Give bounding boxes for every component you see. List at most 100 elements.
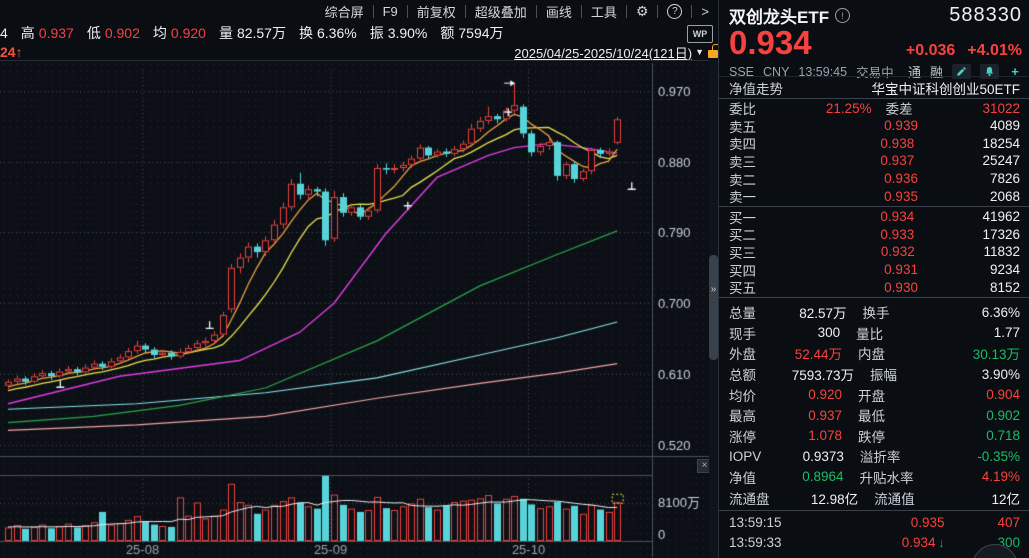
- panel-splitter: »: [709, 60, 718, 558]
- stat-value: 6.36%: [982, 305, 1020, 320]
- fund-full-name: 华宝中证科创创业50ETF: [871, 78, 1020, 98]
- menu-item-4[interactable]: 超级叠加: [466, 2, 536, 21]
- weicha-value: 31022: [982, 101, 1020, 116]
- book-volume: 25247: [982, 153, 1020, 168]
- info-field-5: 换6.36%: [299, 23, 357, 43]
- bid-row-3[interactable]: 买三0.93211832: [729, 243, 1020, 261]
- stat-value: 300: [818, 325, 841, 340]
- help-icon[interactable]: ?: [667, 4, 682, 19]
- bid-row-4[interactable]: 买四0.9319234: [729, 261, 1020, 279]
- info-field-label: 换: [299, 23, 313, 43]
- bid-row-1[interactable]: 买一0.93441962: [729, 208, 1020, 226]
- info-field-value: 6.36%: [317, 25, 357, 41]
- stat-label: 最低: [858, 405, 934, 425]
- price-change-pct: +4.01%: [967, 42, 1022, 60]
- book-volume: 17326: [982, 227, 1020, 242]
- book-volume: 11832: [983, 244, 1020, 259]
- splitter-thumb[interactable]: [709, 255, 718, 360]
- ask-row-4[interactable]: 卖四0.93818254: [729, 135, 1020, 153]
- stats-grid: 总量82.57万换手6.36%现手300量比1.77外盘52.44万内盘30.1…: [719, 299, 1029, 508]
- partial-price-text: 24↑: [0, 44, 23, 60]
- info-field-label: 振: [370, 23, 384, 43]
- stat-label: 最高: [729, 405, 756, 425]
- book-volume: 4089: [990, 118, 1020, 133]
- tick-time: 13:59:15: [729, 515, 782, 530]
- menu-item-3[interactable]: 前复权: [408, 2, 465, 21]
- info-field-value: 0.920: [171, 25, 206, 41]
- trade-tick-row: 13:59:330.934↓300: [729, 533, 1020, 553]
- stat-label: 净值: [729, 467, 756, 487]
- info-field-label: 低: [87, 23, 101, 43]
- stat-value: 0.920: [808, 387, 842, 402]
- menu-item-2[interactable]: F9: [374, 4, 407, 19]
- book-volume: 41962: [982, 209, 1020, 224]
- info-field-value: 0.902: [105, 25, 140, 41]
- stat-value: 0.718: [986, 428, 1020, 443]
- unlock-icon[interactable]: [708, 50, 718, 58]
- toolbar: 综合屏F9前复权超级叠加画线工具⚙? >: [0, 0, 718, 22]
- info-field-label: 额: [440, 23, 454, 43]
- stat-value: 1.77: [994, 325, 1020, 340]
- chevron-down-icon[interactable]: ▼: [695, 47, 704, 57]
- ask-row-1[interactable]: 卖一0.9352068: [729, 187, 1020, 205]
- last-price: 0.934: [729, 26, 812, 60]
- stock-code: 588330: [949, 4, 1022, 27]
- stat-label: 均价: [729, 385, 756, 405]
- nav-value-trend-row[interactable]: 净值走势 华宝中证科创创业50ETF: [719, 76, 1029, 99]
- kline-chart-canvas[interactable]: [0, 61, 709, 558]
- bid-book: 买一0.93441962买二0.93317326买三0.93211832买四0.…: [719, 208, 1029, 296]
- quote-panel: 双创龙头ETF ! 588330 0.934 +0.036 +4.01% SSE…: [718, 0, 1029, 558]
- stat-label: 量比: [856, 323, 932, 343]
- gear-icon[interactable]: ⚙: [627, 3, 658, 20]
- stat-value: 30.13万: [973, 343, 1020, 363]
- info-field-1: 高0.937: [21, 23, 74, 43]
- book-level-label: 买五: [729, 277, 756, 297]
- stat-row: 净值0.8964升贴水率4.19%: [729, 467, 1020, 488]
- ask-row-2[interactable]: 卖二0.9367826: [729, 170, 1020, 188]
- menu-item-1[interactable]: 综合屏: [316, 2, 373, 21]
- separator: [657, 5, 658, 18]
- menu-item-5[interactable]: 画线: [537, 2, 581, 21]
- stat-value: 7593.73万: [792, 364, 854, 384]
- bid-row-2[interactable]: 买二0.93317326: [729, 226, 1020, 244]
- chevron-right-icon[interactable]: >: [692, 4, 718, 19]
- stat-row: 外盘52.44万内盘30.13万: [729, 343, 1020, 364]
- price-info-bar: 4高0.937低0.902均0.920量82.57万换6.36%振3.90%额7…: [0, 22, 718, 44]
- stat-label: 内盘: [858, 343, 934, 363]
- stat-row: 最高0.937最低0.902: [729, 405, 1020, 426]
- stat-label: IOPV: [729, 449, 761, 464]
- book-volume: 18254: [982, 136, 1020, 151]
- book-volume: 7826: [990, 171, 1020, 186]
- stat-value: -0.35%: [977, 449, 1020, 464]
- stat-row: 均价0.920开盘0.904: [729, 384, 1020, 405]
- book-price: 0.930: [828, 280, 918, 295]
- ask-row-3[interactable]: 卖三0.93725247: [729, 152, 1020, 170]
- date-range-link[interactable]: 2025/04/25-2025/10/24(121日): [514, 43, 692, 62]
- book-price: 0.932: [825, 244, 915, 259]
- bid-row-5[interactable]: 买五0.9308152: [729, 278, 1020, 296]
- stat-row: 现手300量比1.77: [729, 323, 1020, 344]
- risk-info-icon[interactable]: !: [835, 8, 850, 23]
- range-bar: 24↑ 2025/04/25-2025/10/24(121日) ▼: [0, 44, 718, 60]
- book-price: 0.939: [828, 118, 918, 133]
- toolbar-menu: 综合屏F9前复权超级叠加画线工具⚙? >: [316, 2, 718, 21]
- stat-value: 82.57万: [799, 302, 846, 322]
- menu-item-6[interactable]: 工具: [582, 2, 626, 21]
- stat-label: 跌停: [858, 426, 934, 446]
- stat-label: 总量: [729, 302, 756, 322]
- kline-chart-area: ×: [0, 60, 709, 558]
- info-field-value: 0.937: [39, 25, 74, 41]
- ask-row-5[interactable]: 卖五0.9394089: [729, 117, 1020, 135]
- wp-monitor-icon[interactable]: WP: [687, 25, 713, 43]
- quote-header: 双创龙头ETF ! 588330 0.934 +0.036 +4.01% SSE…: [719, 0, 1029, 76]
- stat-label: 开盘: [858, 385, 934, 405]
- expand-panel-icon[interactable]: »: [709, 284, 718, 295]
- stat-label: 涨停: [729, 426, 756, 446]
- stat-label: 换手: [863, 302, 939, 322]
- stat-row: 涨停1.078跌停0.718: [729, 426, 1020, 447]
- down-arrow-icon: ↓: [939, 536, 945, 550]
- tick-time: 13:59:33: [729, 535, 782, 550]
- book-divider: [719, 206, 1029, 207]
- ask-book: 卖五0.9394089卖四0.93818254卖三0.93725247卖二0.9…: [719, 117, 1029, 205]
- stats-divider: [719, 297, 1029, 298]
